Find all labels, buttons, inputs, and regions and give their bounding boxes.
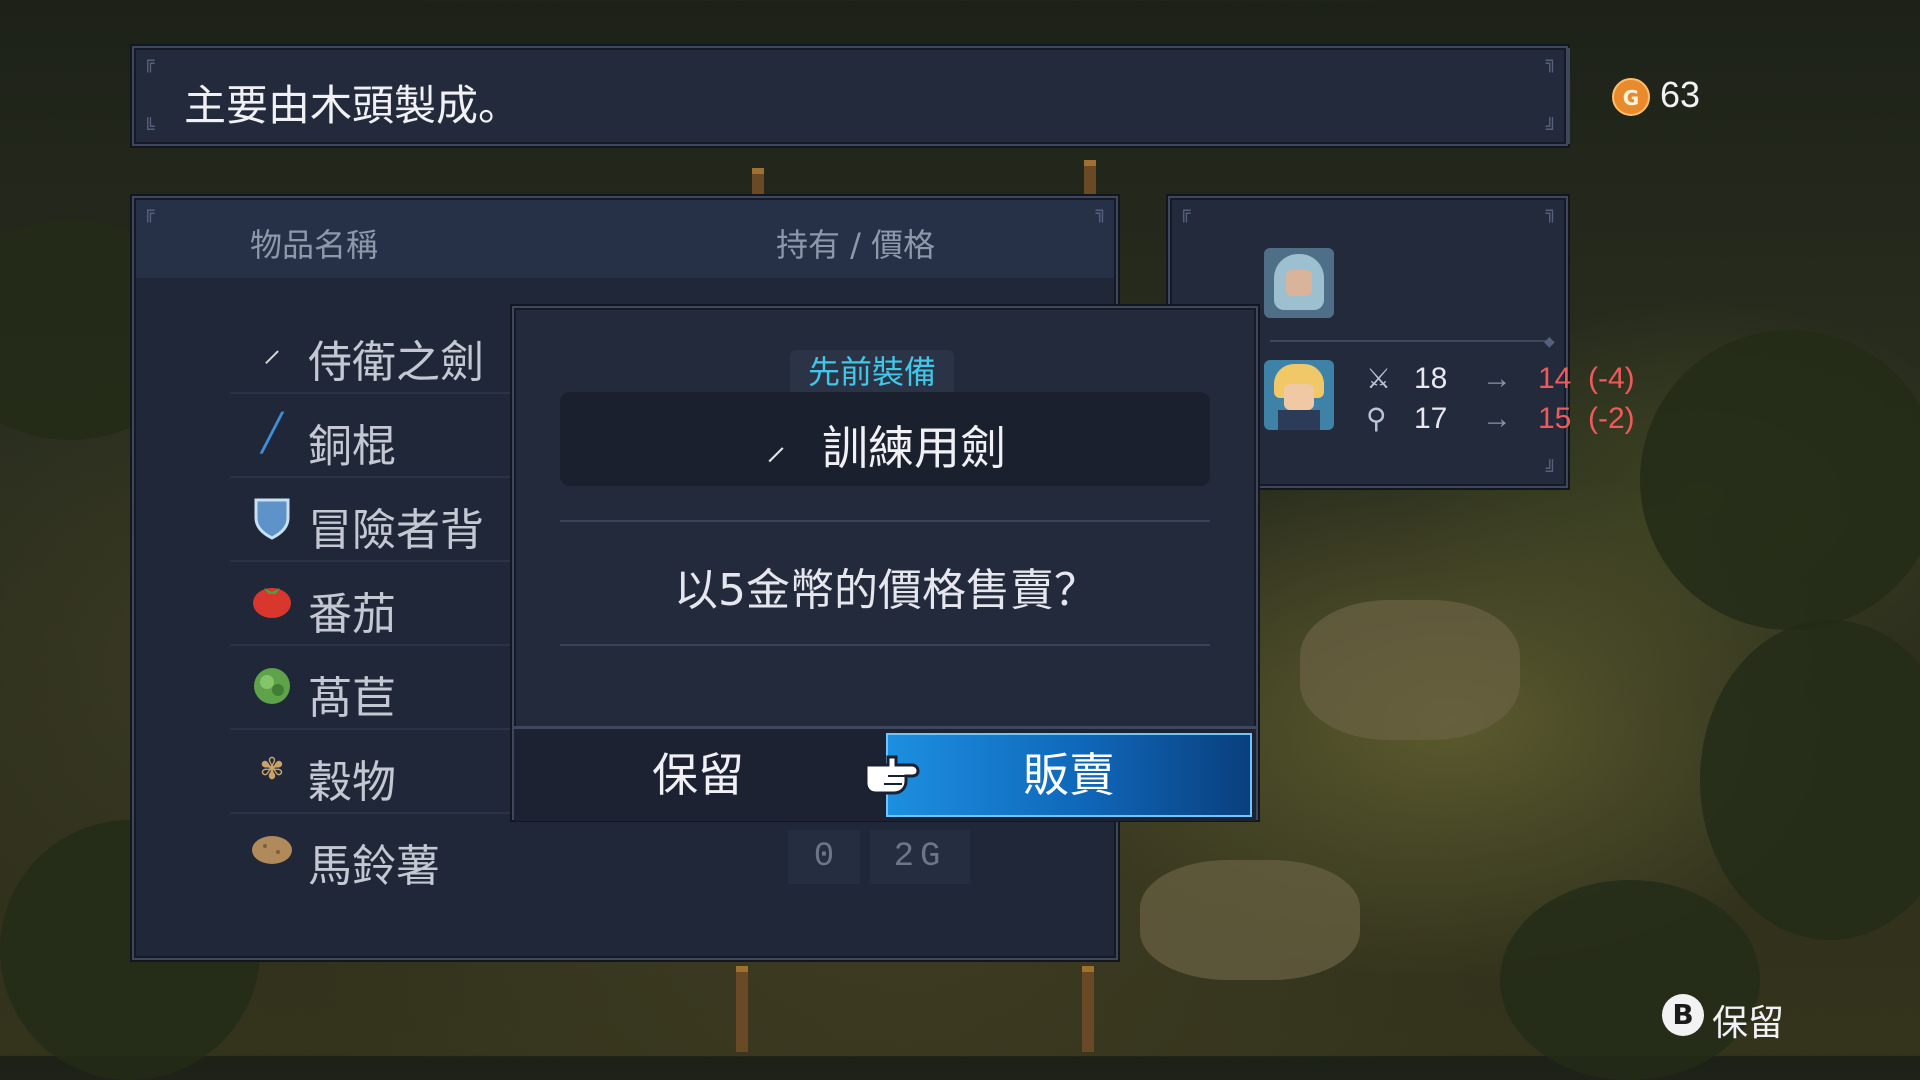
new-value: 15: [1538, 402, 1572, 435]
corner-ornament: ╚: [143, 118, 155, 139]
corner-ornament: ╔: [143, 202, 155, 223]
character-portrait-blue-hair[interactable]: [1264, 248, 1334, 318]
corner-ornament: ╗: [1095, 202, 1107, 223]
character-portrait-blond-hair[interactable]: [1264, 360, 1334, 430]
background-bush: [1500, 880, 1760, 1080]
corner-ornament: ╝: [1545, 460, 1557, 481]
divider: [560, 644, 1210, 646]
item-name: 馬鈴薯: [308, 841, 440, 892]
sell-question-text: 以5金幣的價格售賣？: [674, 565, 1098, 616]
divider: [1566, 48, 1570, 144]
staff-icon: ╱: [261, 413, 283, 454]
corner-ornament: ╗: [1545, 202, 1557, 223]
previous-equipment-name: 訓練用劍: [822, 421, 1006, 475]
gold-coin-icon: G: [1612, 78, 1650, 116]
corner-ornament: ╔: [1179, 202, 1191, 223]
divider-ornament: ◆: [1544, 334, 1555, 350]
hint-label: 保留: [1712, 1003, 1785, 1044]
item-description-text: 主要由木頭製成。: [184, 81, 521, 130]
gold-amount: 63: [1660, 74, 1701, 115]
item-description-bar: ╔ ╗ ╚ ╝ 主要由木頭製成。 G 63: [132, 46, 1700, 146]
potato-icon: [250, 832, 294, 876]
sword-icon: ⸝: [263, 329, 281, 370]
background-bush: [1640, 330, 1920, 630]
stat-change: (-2): [1588, 402, 1635, 435]
item-name: 萵苣: [308, 673, 396, 724]
corner-ornament: ╔: [143, 52, 155, 73]
background-fence-post: [1082, 966, 1094, 1052]
column-header-owned-price: 持有 / 價格: [776, 226, 936, 264]
arrow: →: [1482, 362, 1512, 395]
arrow: →: [1482, 402, 1512, 435]
column-header-name: 物品名稱: [250, 226, 379, 264]
old-value: 17: [1414, 402, 1448, 435]
defense-icon: ⚲: [1366, 403, 1387, 434]
dialog-button-bar: 保留 販賣: [514, 726, 1256, 821]
corner-ornament: ╝: [1545, 118, 1557, 139]
pointing-hand-cursor-icon: [862, 751, 920, 799]
item-price: 2G: [870, 830, 970, 884]
previous-equipment-label: 先前裝備: [790, 350, 955, 394]
item-name: 冒險者背: [308, 505, 484, 556]
shield-icon: [250, 496, 294, 540]
owned-count: 0: [788, 830, 860, 884]
item-name: 穀物: [308, 757, 396, 808]
sell-button[interactable]: 販賣: [886, 733, 1252, 817]
divider: [560, 520, 1210, 522]
attack-icon: ⚔: [1366, 363, 1392, 394]
background-dirt-patch: [1300, 600, 1520, 740]
corner-ornament: ╗: [1545, 52, 1557, 73]
background-fence-post: [736, 966, 748, 1052]
tomato-icon: [250, 580, 294, 624]
keep-button[interactable]: 保留: [514, 729, 882, 821]
new-value: 14: [1538, 362, 1572, 395]
sell-confirm-dialog: 先前裝備 ⸝ 訓練用劍 以5金幣的價格售賣？ 保留 販賣: [512, 306, 1258, 821]
list-item[interactable]: 馬鈴薯 0 2G: [230, 814, 990, 896]
item-name: 番茄: [308, 589, 396, 640]
previous-equipment-box: ⸝ 訓練用劍: [560, 392, 1210, 486]
b-button-icon: B: [1662, 994, 1704, 1036]
grain-icon: ✾: [259, 752, 285, 787]
background-bush: [1700, 620, 1920, 940]
old-value: 18: [1414, 362, 1448, 395]
lettuce-icon: [250, 664, 294, 708]
stat-change: (-4): [1588, 362, 1635, 395]
sword-icon: ⸝: [766, 423, 786, 469]
item-name: 銅棍: [308, 421, 396, 472]
background-dirt-patch: [1140, 860, 1360, 980]
item-list-header: 物品名稱 持有 / 價格: [136, 200, 1114, 278]
item-name: 侍衛之劍: [308, 337, 484, 388]
divider: [1270, 340, 1550, 342]
